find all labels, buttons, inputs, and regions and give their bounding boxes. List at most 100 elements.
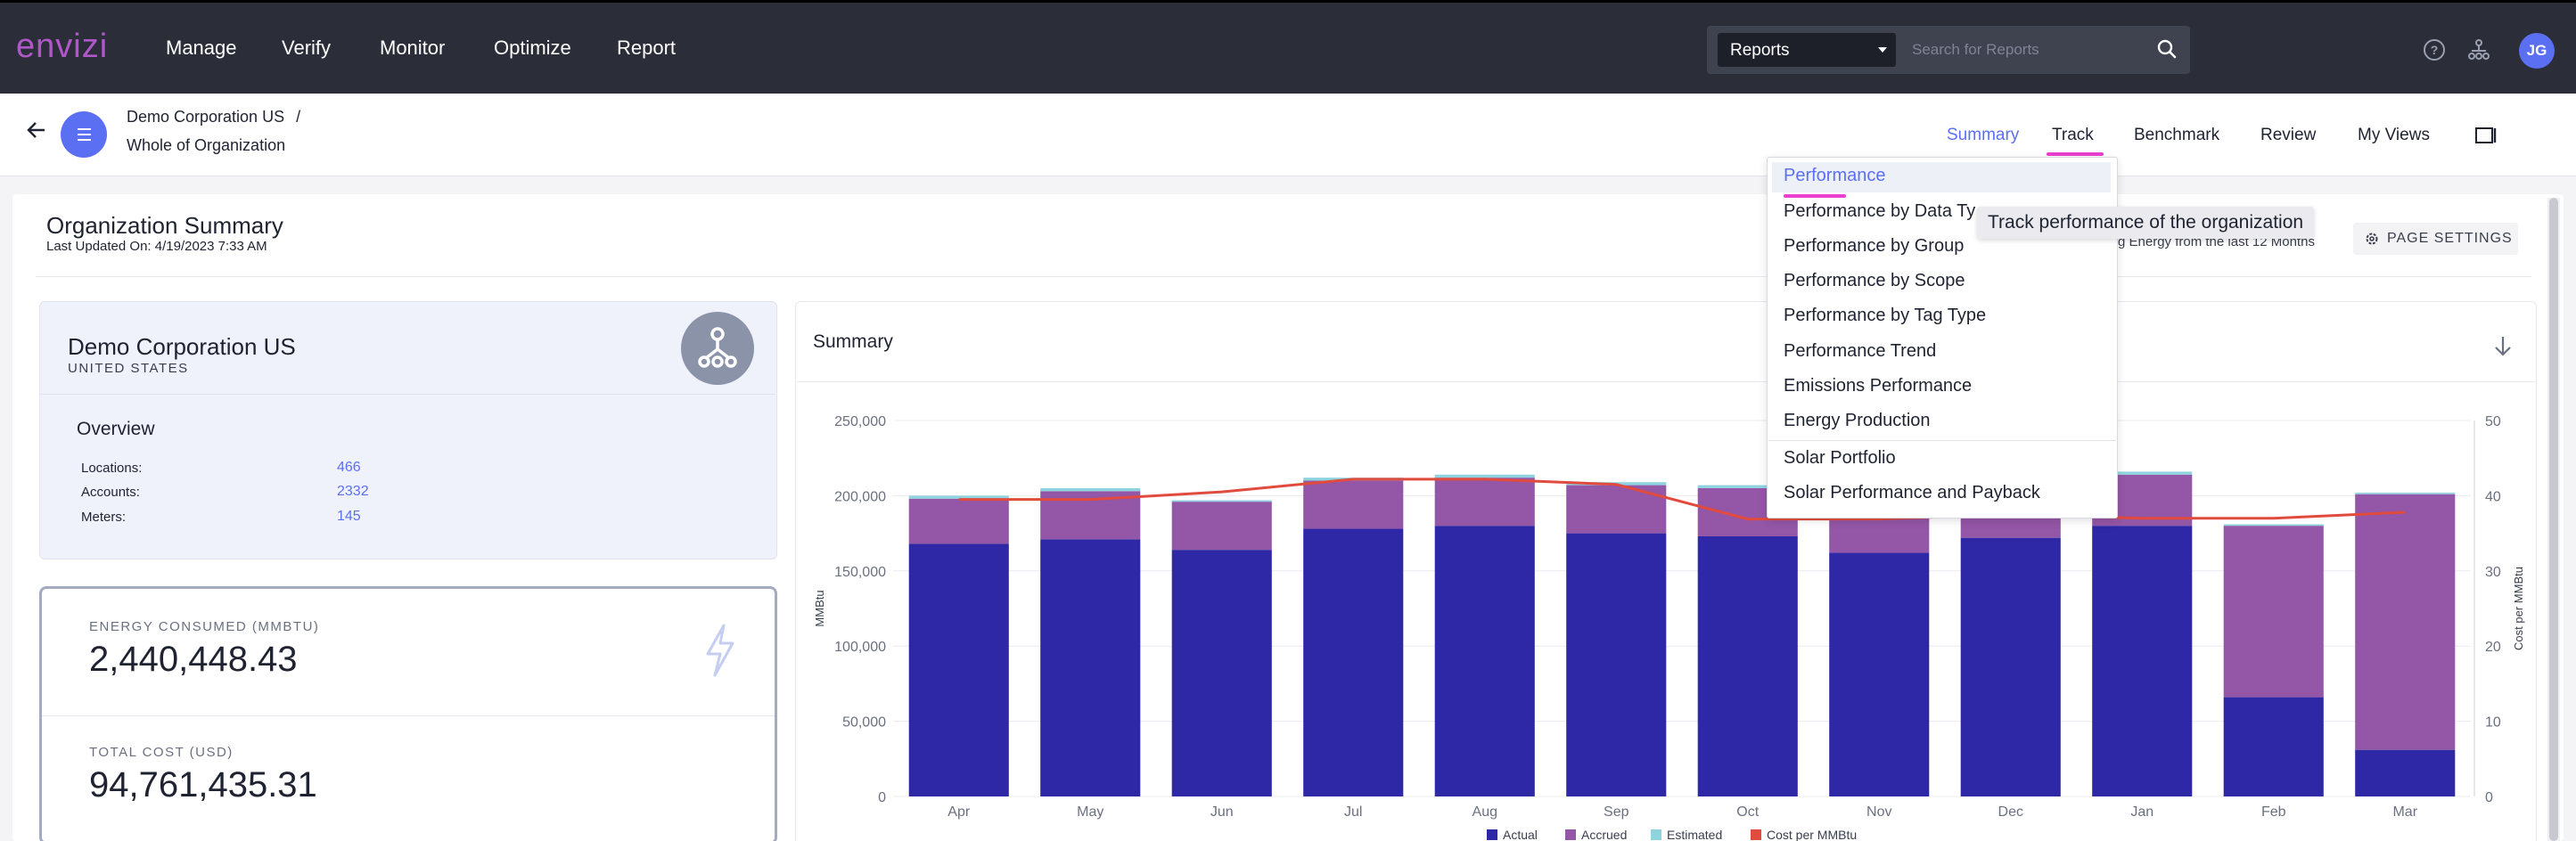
top-nav-bar: envizi Manage Verify Monitor Optimize Re… — [0, 0, 2576, 94]
bar-accrued — [1171, 502, 1272, 551]
meters-link[interactable]: 145 — [337, 509, 361, 525]
download-arrow-icon[interactable] — [2490, 333, 2515, 358]
nav-report[interactable]: Report — [617, 37, 676, 60]
gear-icon — [2366, 233, 2378, 245]
search-bar: Reports — [1707, 26, 2190, 74]
search-icon[interactable] — [2156, 38, 2178, 60]
breadcrumb-current: Whole of Organization — [127, 136, 286, 154]
menu-item-solar-performance-and-payback[interactable]: Solar Performance and Payback — [1784, 483, 2040, 503]
panel-toggle-icon[interactable] — [2474, 126, 2498, 145]
organization-name: Demo Corporation US — [68, 333, 296, 360]
total-cost-value: 94,761,435.31 — [89, 765, 317, 804]
menu-item-solar-portfolio[interactable]: Solar Portfolio — [1784, 448, 1896, 469]
back-arrow-icon[interactable] — [25, 118, 48, 142]
context-bar: Demo Corporation US / Whole of Organizat… — [0, 94, 2576, 176]
menu-tooltip: Track performance of the organization — [1977, 207, 2315, 239]
chart-title: Summary — [813, 331, 893, 352]
breadcrumb-separator: / — [296, 108, 301, 126]
search-category-value: Reports — [1730, 41, 1790, 60]
tab-review[interactable]: Review — [2260, 126, 2316, 145]
locations-link[interactable]: 466 — [337, 460, 361, 476]
locations-label: Locations: — [81, 461, 143, 476]
search-input[interactable] — [1903, 33, 2170, 67]
x-tick-label: Aug — [1473, 804, 1497, 820]
hierarchy-icon[interactable] — [2467, 38, 2490, 61]
menu-item-performance-by-scope[interactable]: Performance by Scope — [1784, 271, 1965, 291]
chart-header-divider — [797, 381, 2535, 382]
accounts-link[interactable]: 2332 — [337, 484, 369, 500]
bar-actual — [1697, 535, 1798, 796]
header-divider — [36, 276, 2531, 277]
bar-actual — [2092, 526, 2193, 796]
total-cost-label: TOTAL COST (USD) — [89, 745, 234, 760]
energy-consumed-value: 2,440,448.43 — [89, 640, 298, 679]
menu-item-emissions-performance[interactable]: Emissions Performance — [1784, 376, 1972, 396]
legend-swatch — [1487, 829, 1497, 840]
nav-manage[interactable]: Manage — [166, 37, 237, 60]
page-settings-button[interactable]: PAGE SETTINGS — [2353, 223, 2518, 255]
search-category-select[interactable]: Reports — [1718, 33, 1896, 67]
y-tick-label: 0 — [878, 790, 886, 805]
meters-label: Meters: — [81, 510, 127, 525]
menu-item-performance-by-tag-type[interactable]: Performance by Tag Type — [1784, 306, 1986, 326]
bar-actual — [908, 543, 1009, 796]
menu-item-performance[interactable]: Performance — [1784, 166, 1886, 186]
tab-track[interactable]: Track — [2052, 126, 2094, 145]
x-tick-label: May — [1077, 804, 1103, 820]
x-tick-label: Mar — [2392, 804, 2417, 820]
legend-label: Actual — [1503, 828, 1538, 841]
x-tick-label: Feb — [2261, 804, 2286, 820]
bar-accrued — [908, 498, 1009, 544]
y2-tick-label: 30 — [2485, 565, 2501, 580]
x-tick-label: Jun — [1210, 804, 1234, 820]
bar-actual — [2223, 697, 2324, 796]
tab-benchmark[interactable]: Benchmark — [2134, 126, 2219, 145]
last-updated: Last Updated On: 4/19/2023 7:33 AM — [46, 239, 267, 254]
menu-icon[interactable] — [61, 111, 107, 158]
page-scrollbar-thumb[interactable] — [2549, 198, 2558, 841]
menu-item-performance-by-group[interactable]: Performance by Group — [1784, 236, 1964, 257]
overview-title: Overview — [77, 419, 155, 439]
bar-accrued — [2355, 494, 2456, 750]
help-icon[interactable]: ? — [2423, 38, 2446, 61]
accounts-label: Accounts: — [81, 485, 140, 500]
nav-monitor[interactable]: Monitor — [380, 37, 445, 60]
y2-tick-label: 20 — [2485, 640, 2501, 655]
legend-swatch — [1565, 829, 1576, 840]
bar-accrued — [1303, 480, 1404, 529]
breadcrumb-parent[interactable]: Demo Corporation US / — [127, 108, 300, 127]
bar-actual — [1303, 528, 1404, 796]
bar-estimated — [1171, 500, 1272, 502]
y-tick-label: 200,000 — [834, 489, 886, 504]
nav-verify[interactable]: Verify — [282, 37, 331, 60]
bar-estimated — [2223, 524, 2324, 527]
user-avatar[interactable]: JG — [2519, 33, 2555, 69]
legend-label: Accrued — [1581, 828, 1627, 841]
bar-actual — [1040, 539, 1141, 796]
tab-my-views[interactable]: My Views — [2358, 126, 2430, 145]
y2-tick-label: 10 — [2485, 715, 2501, 731]
legend-swatch — [1651, 829, 1661, 840]
bar-actual — [1171, 550, 1272, 796]
x-tick-label: Apr — [948, 804, 971, 820]
menu-item-active-indicator — [1784, 194, 1846, 198]
y-tick-label: 100,000 — [834, 640, 886, 655]
bar-estimated — [2355, 493, 2456, 494]
x-tick-label: Jul — [1344, 804, 1362, 820]
legend-swatch — [1751, 829, 1761, 840]
x-tick-label: Nov — [1866, 804, 1891, 820]
summary-chart: 0 50,000 100,000 150,000 200,000 250,000 0 10 20… — [813, 414, 2525, 841]
legend-label: Estimated — [1667, 828, 1722, 841]
chevron-down-icon — [1878, 47, 1887, 53]
menu-item-performance-trend[interactable]: Performance Trend — [1784, 341, 1936, 362]
menu-item-performance-by-data-type[interactable]: Performance by Data Ty — [1784, 201, 1975, 222]
envizi-logo[interactable]: envizi — [16, 28, 108, 66]
bar-actual — [1829, 552, 1930, 796]
y2-axis-label: Cost per MMBtu — [2512, 567, 2525, 650]
bar-accrued — [1434, 478, 1535, 527]
y-axis-label: MMBtu — [813, 590, 826, 626]
menu-item-energy-production[interactable]: Energy Production — [1784, 411, 1931, 431]
tab-summary[interactable]: Summary — [1947, 126, 2019, 145]
nav-optimize[interactable]: Optimize — [494, 37, 571, 60]
x-tick-label: Sep — [1604, 804, 1629, 820]
